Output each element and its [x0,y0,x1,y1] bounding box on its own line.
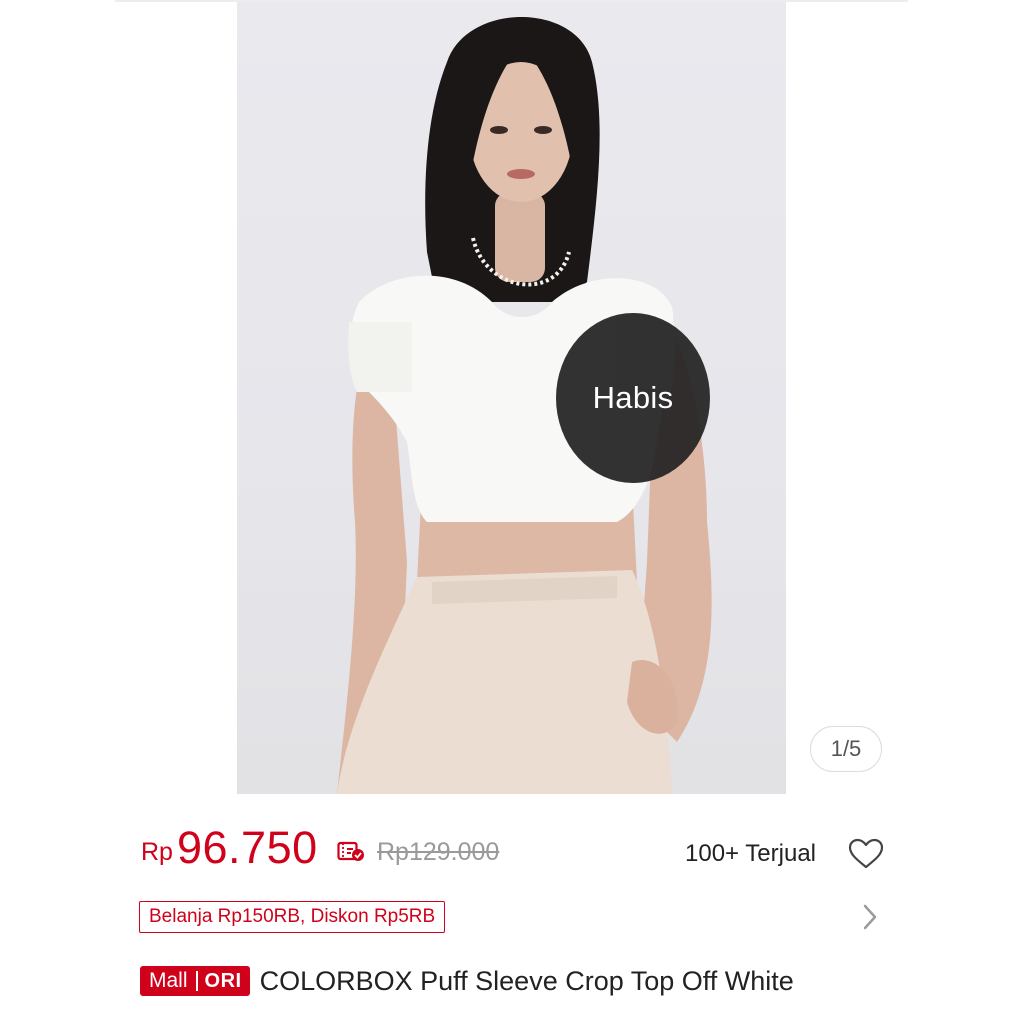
image-counter: 1/5 [810,726,882,772]
sold-out-overlay: Habis [556,313,710,483]
heart-outline-icon[interactable] [848,838,884,870]
chevron-right-icon[interactable] [860,903,880,931]
product-image-gallery[interactable]: Habis 1/5 [115,2,908,794]
original-price: Rp129.000 [377,838,500,866]
mall-ori-badge: Mall ORI [140,966,250,996]
badge-mall-label: Mall [149,969,188,992]
product-title: COLORBOX Puff Sleeve Crop Top Off White [259,965,794,996]
price-row: Rp 96.750 Rp129.000 100+ Terjual [141,822,886,878]
product-photo: Habis [237,2,786,794]
product-title-row: Mall ORI COLORBOX Puff Sleeve Crop Top O… [140,963,794,999]
coupon-check-icon [337,841,364,861]
sold-count: 100+ Terjual [685,840,816,867]
badge-ori-label: ORI [204,969,242,992]
currency-prefix: Rp [141,838,173,866]
badge-divider [195,971,198,991]
promo-voucher-tag[interactable]: Belanja Rp150RB, Diskon Rp5RB [139,901,446,933]
discounted-price: 96.750 [177,822,318,873]
